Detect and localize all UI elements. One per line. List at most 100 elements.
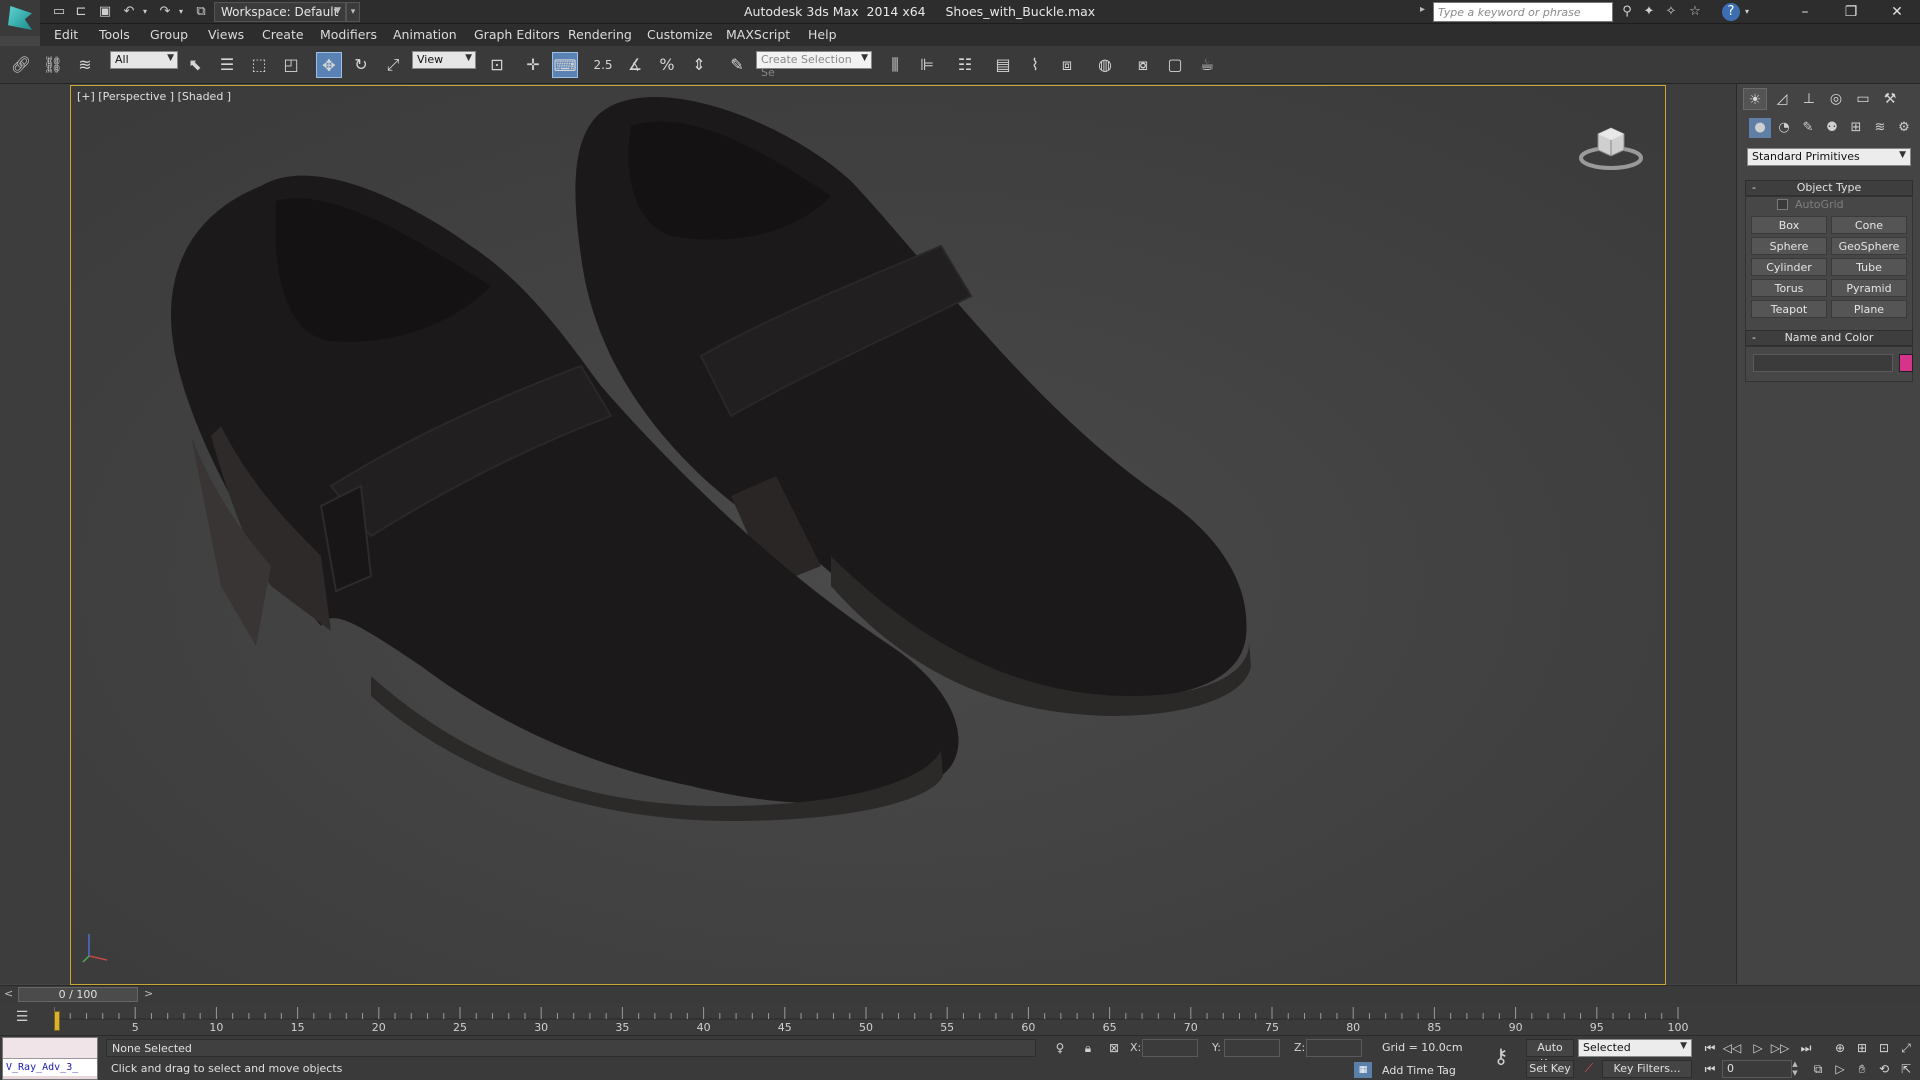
utilities-tab-icon[interactable]: ⚒︎ (1878, 88, 1902, 110)
go-to-end-icon[interactable]: ⏭ (1796, 1039, 1816, 1057)
frame-spinner-icon[interactable]: ▲ ▼ (1790, 1060, 1800, 1078)
object-category-dropdown[interactable]: Standard Primitives ▼ (1747, 148, 1911, 166)
z-coordinate-input[interactable] (1306, 1039, 1362, 1057)
menu-rendering[interactable]: Rendering (568, 27, 632, 42)
schematic-view-icon[interactable]: ⧈ (1054, 52, 1080, 78)
graphite-ribbon-icon[interactable]: ▤ (990, 52, 1016, 78)
add-time-tag-button[interactable]: Add Time Tag (1382, 1064, 1456, 1077)
unlink-selection-icon[interactable]: ⛓︎ (40, 52, 66, 78)
time-tag-icon[interactable]: ▦ (1354, 1062, 1372, 1078)
walk-through-icon[interactable]: ✋︎ (1852, 1060, 1872, 1078)
zoom-extents-icon[interactable]: ⊡ (1874, 1039, 1894, 1057)
current-frame-marker[interactable] (54, 1011, 60, 1031)
time-slider-thumb[interactable]: 0 / 100 (18, 987, 138, 1002)
align-icon[interactable]: ⊫ (914, 52, 940, 78)
selection-filter-dropdown[interactable]: All ▼ (110, 51, 178, 69)
cylinder-button[interactable]: Cylinder (1751, 258, 1827, 276)
create-tab-icon[interactable]: ☀︎ (1743, 88, 1767, 110)
select-and-rotate-icon[interactable]: ↻ (348, 52, 374, 78)
open-file-icon[interactable]: ⊏ (72, 3, 90, 21)
sphere-button[interactable]: Sphere (1751, 237, 1827, 255)
select-and-manipulate-icon[interactable]: ✛ (520, 52, 546, 78)
menu-modifiers[interactable]: Modifiers (320, 27, 377, 42)
viewcube-icon[interactable] (1576, 116, 1646, 176)
communication-center-icon[interactable]: ✧ (1662, 3, 1680, 21)
default-in-out-tangent-icon[interactable]: ⟋ (1580, 1061, 1598, 1077)
menu-create[interactable]: Create (262, 27, 304, 42)
track-bar[interactable]: ☰ 5 10 15 20 25 30 35 40 45 50 55 60 65 70 75 80 85 90 95 1… (0, 1003, 1920, 1035)
next-frame-icon[interactable]: ▷▷ (1770, 1039, 1790, 1057)
display-tab-icon[interactable]: ▭ (1851, 88, 1875, 110)
redo-dropdown-icon[interactable]: ▾ (176, 3, 186, 21)
select-and-move-icon[interactable]: ✥ (316, 52, 342, 78)
modify-tab-icon[interactable]: ◿ (1770, 88, 1794, 110)
space-warps-category-icon[interactable]: ≋ (1869, 118, 1891, 138)
zoom-viewport-icon[interactable]: ⊕ (1830, 1039, 1850, 1057)
rendered-frame-window-icon[interactable]: ▢ (1162, 52, 1188, 78)
reference-coordinate-dropdown[interactable]: View ▼ (412, 51, 476, 69)
menu-graph-editors[interactable]: Graph Editors (474, 27, 560, 42)
keyboard-shortcut-override-icon[interactable]: ⌨︎ (552, 52, 578, 78)
material-editor-icon[interactable]: ◍ (1092, 52, 1118, 78)
new-file-icon[interactable]: ▭ (50, 3, 68, 21)
render-production-icon[interactable]: ☕︎ (1194, 52, 1220, 78)
help-icon[interactable]: ? (1722, 3, 1740, 21)
absolute-transform-mode-icon[interactable]: ⊠ (1104, 1039, 1124, 1057)
menu-animation[interactable]: Animation (393, 27, 457, 42)
subscription-icon[interactable]: ✦ (1640, 3, 1658, 21)
go-to-start-icon[interactable]: ⏮ (1700, 1039, 1720, 1057)
mirror-icon[interactable]: ⫼ (882, 52, 908, 78)
bind-to-space-warp-icon[interactable]: ≋ (72, 52, 98, 78)
time-slider-prev-button[interactable]: < (4, 987, 13, 1000)
object-color-swatch[interactable] (1899, 354, 1913, 372)
quick-access-customize-icon[interactable]: ▾ (346, 2, 360, 22)
maxscript-listener-input[interactable]: V_Ray_Adv_3_ (3, 1059, 97, 1076)
menu-edit[interactable]: Edit (54, 27, 78, 42)
edit-named-selection-icon[interactable]: ✎ (724, 52, 750, 78)
workspace-dropdown[interactable]: Workspace: Default ▼ (214, 2, 346, 22)
previous-frame-icon[interactable]: ◁◁ (1722, 1039, 1742, 1057)
tube-button[interactable]: Tube (1831, 258, 1907, 276)
name-and-color-rollout-header[interactable]: - Name and Color (1745, 330, 1913, 346)
plane-button[interactable]: Plane (1831, 300, 1907, 318)
select-object-icon[interactable]: ⬉ (182, 52, 208, 78)
favorites-star-icon[interactable]: ☆ (1686, 3, 1704, 21)
systems-category-icon[interactable]: ⚙︎ (1893, 118, 1915, 138)
pyramid-button[interactable]: Pyramid (1831, 279, 1907, 297)
select-and-scale-icon[interactable]: ⤢ (380, 52, 406, 78)
layer-manager-icon[interactable]: ☷ (952, 52, 978, 78)
undo-icon[interactable]: ↶ (120, 3, 138, 21)
redo-icon[interactable]: ↷ (156, 3, 174, 21)
geosphere-button[interactable]: GeoSphere (1831, 237, 1907, 255)
object-type-rollout-header[interactable]: - Object Type (1745, 180, 1913, 196)
key-filters-button[interactable]: Key Filters... (1602, 1060, 1692, 1078)
menu-maxscript[interactable]: MAXScript (726, 27, 790, 42)
key-selection-set-dropdown[interactable]: Selected ▼ (1578, 1039, 1692, 1057)
torus-button[interactable]: Torus (1751, 279, 1827, 297)
geometry-category-icon[interactable]: ● (1749, 118, 1771, 138)
menu-group[interactable]: Group (150, 27, 188, 42)
time-configuration-icon[interactable]: ⧉ (1808, 1060, 1828, 1078)
render-setup-icon[interactable]: ⧇ (1130, 52, 1156, 78)
perspective-viewport[interactable]: [+] [Perspective ] [Shaded ] (70, 85, 1666, 985)
search-input[interactable]: Type a keyword or phrase (1433, 2, 1613, 22)
pivot-center-icon[interactable]: ⊡ (484, 52, 510, 78)
rectangular-selection-icon[interactable]: ⬚ (246, 52, 272, 78)
named-selection-set-dropdown[interactable]: Create Selection Se ▼ (756, 51, 872, 79)
isolate-selection-icon[interactable]: ♀ (1050, 1039, 1070, 1057)
current-frame-input[interactable]: 0 (1722, 1060, 1792, 1078)
maximize-toggle-icon[interactable]: ⇱ (1896, 1060, 1916, 1078)
curve-editor-icon[interactable]: ⌇ (1022, 52, 1048, 78)
lights-category-icon[interactable]: ✎ (1797, 118, 1819, 138)
spinner-snap-icon[interactable]: ⇕ (686, 52, 712, 78)
app-menu-button[interactable] (0, 0, 40, 36)
menu-tools[interactable]: Tools (99, 27, 130, 42)
hierarchy-tab-icon[interactable]: ⊥ (1797, 88, 1821, 110)
maxscript-mini-listener[interactable]: V_Ray_Adv_3_ (2, 1037, 98, 1080)
key-mode-toggle-icon[interactable]: ⏮ (1700, 1060, 1720, 1078)
select-and-link-icon[interactable]: 🔗︎ (8, 52, 34, 78)
zoom-extents-all-icon[interactable]: ⊞ (1852, 1039, 1872, 1057)
y-coordinate-input[interactable] (1224, 1039, 1280, 1057)
minimize-button[interactable]: – (1782, 0, 1828, 24)
auto-key-button[interactable]: Auto Key (1526, 1039, 1574, 1070)
